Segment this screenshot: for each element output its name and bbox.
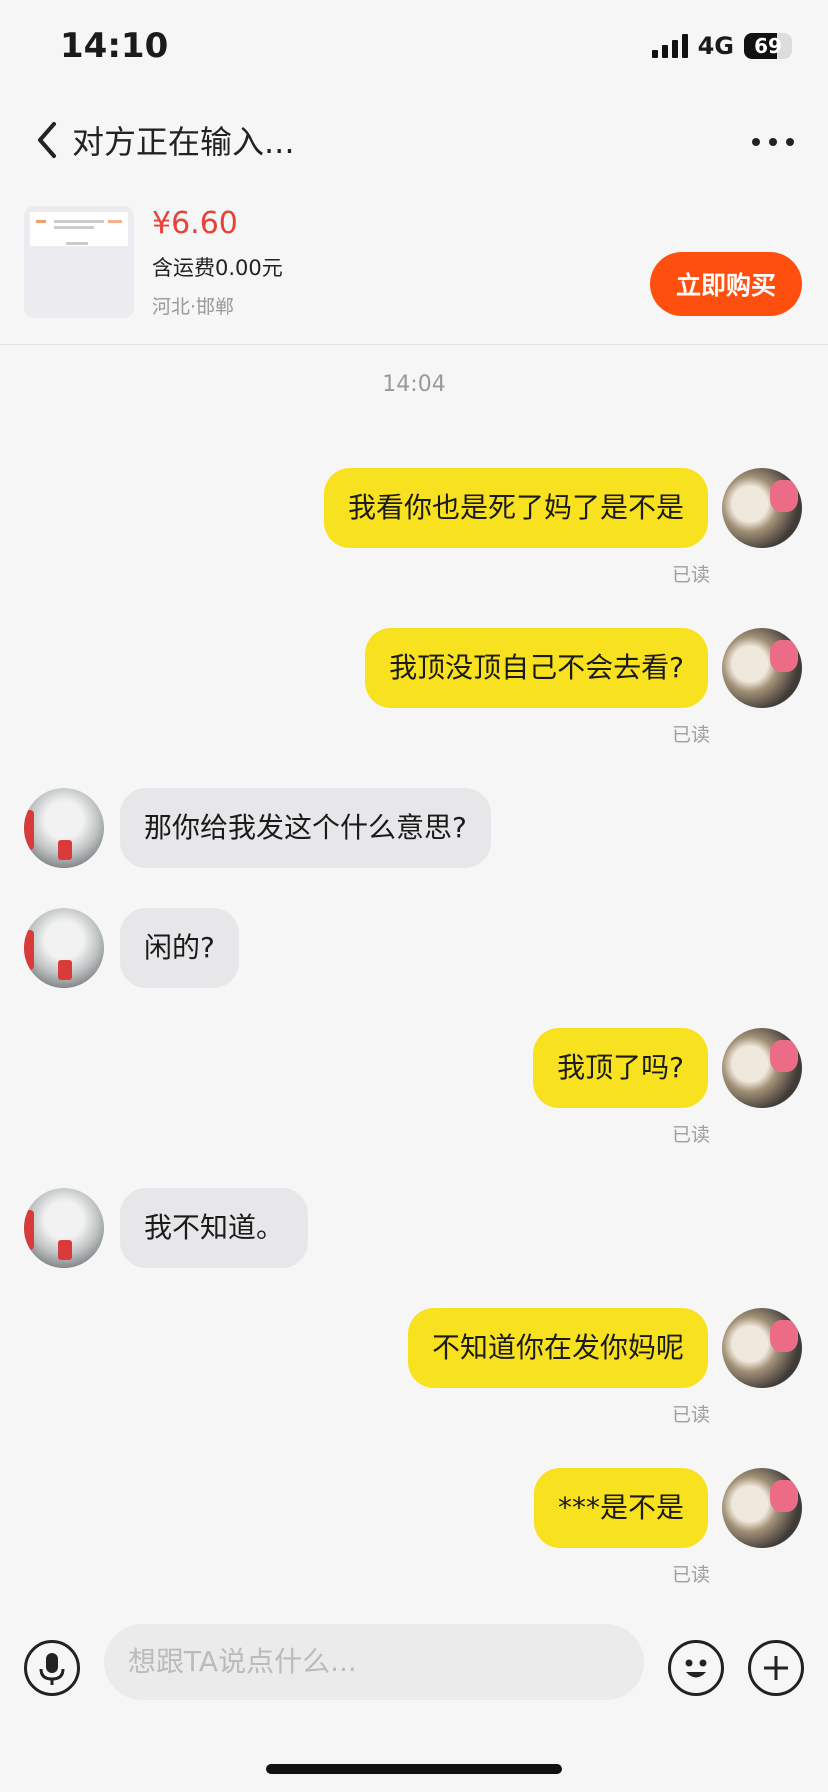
chevron-left-icon — [38, 122, 56, 158]
input-bar: 想跟TA说点什么... — [0, 1620, 828, 1720]
smiley-icon — [685, 1659, 707, 1678]
my-avatar[interactable] — [722, 1028, 802, 1108]
emoji-button[interactable] — [668, 1640, 724, 1696]
product-price: ¥6.60 — [152, 206, 238, 241]
message-bubble[interactable]: 不知道你在发你妈呢 — [407, 1308, 708, 1388]
my-avatar[interactable] — [722, 1468, 802, 1548]
signal-icon — [651, 34, 688, 58]
message-bubble[interactable]: 我不知道。 — [120, 1188, 309, 1268]
seller-location: 河北·邯郸 — [152, 296, 235, 318]
buy-now-button[interactable]: 立即购买 — [650, 252, 802, 316]
battery-icon: 69 — [744, 33, 792, 59]
back-button[interactable] — [30, 118, 70, 162]
my-avatar[interactable] — [722, 468, 802, 548]
read-status: 已读 — [671, 1564, 710, 1586]
more-options-button[interactable] — [752, 138, 794, 146]
product-card[interactable]: ¥6.60 含运费0.00元 河北·邯郸 立即购买 — [0, 190, 828, 345]
page-title: 对方正在输入... — [72, 123, 295, 161]
contact-avatar[interactable] — [24, 1188, 104, 1268]
product-thumbnail[interactable] — [24, 206, 134, 318]
shipping-fee: 含运费0.00元 — [152, 256, 283, 280]
read-status: 已读 — [671, 564, 710, 586]
network-type: 4G — [697, 32, 734, 60]
message-bubble[interactable]: 我顶了吗? — [533, 1028, 708, 1108]
microphone-icon — [39, 1653, 65, 1685]
message-input[interactable]: 想跟TA说点什么... — [104, 1624, 644, 1700]
status-indicators: 4G 69 — [651, 32, 792, 60]
my-avatar[interactable] — [722, 1308, 802, 1388]
message-bubble[interactable]: 闲的? — [120, 908, 239, 988]
message-bubble[interactable]: 那你给我发这个什么意思? — [120, 788, 491, 868]
message-bubble[interactable]: ***是不是 — [533, 1468, 708, 1548]
plus-icon — [764, 1656, 788, 1680]
contact-avatar[interactable] — [24, 788, 104, 868]
chat-timestamp: 14:04 — [382, 372, 446, 397]
voice-input-button[interactable] — [24, 1640, 80, 1696]
read-status: 已读 — [671, 1404, 710, 1426]
read-status: 已读 — [671, 724, 710, 746]
home-indicator — [266, 1764, 562, 1774]
message-bubble[interactable]: 我看你也是死了妈了是不是 — [323, 468, 708, 548]
status-bar: 14:10 4G 69 — [0, 0, 828, 100]
read-status: 已读 — [671, 1124, 710, 1146]
contact-avatar[interactable] — [24, 908, 104, 988]
chat-header: 对方正在输入... — [0, 100, 828, 180]
more-actions-button[interactable] — [748, 1640, 804, 1696]
status-time: 14:10 — [60, 26, 169, 66]
message-bubble[interactable]: 我顶没顶自己不会去看? — [365, 628, 708, 708]
battery-level: 69 — [754, 34, 782, 58]
my-avatar[interactable] — [722, 628, 802, 708]
